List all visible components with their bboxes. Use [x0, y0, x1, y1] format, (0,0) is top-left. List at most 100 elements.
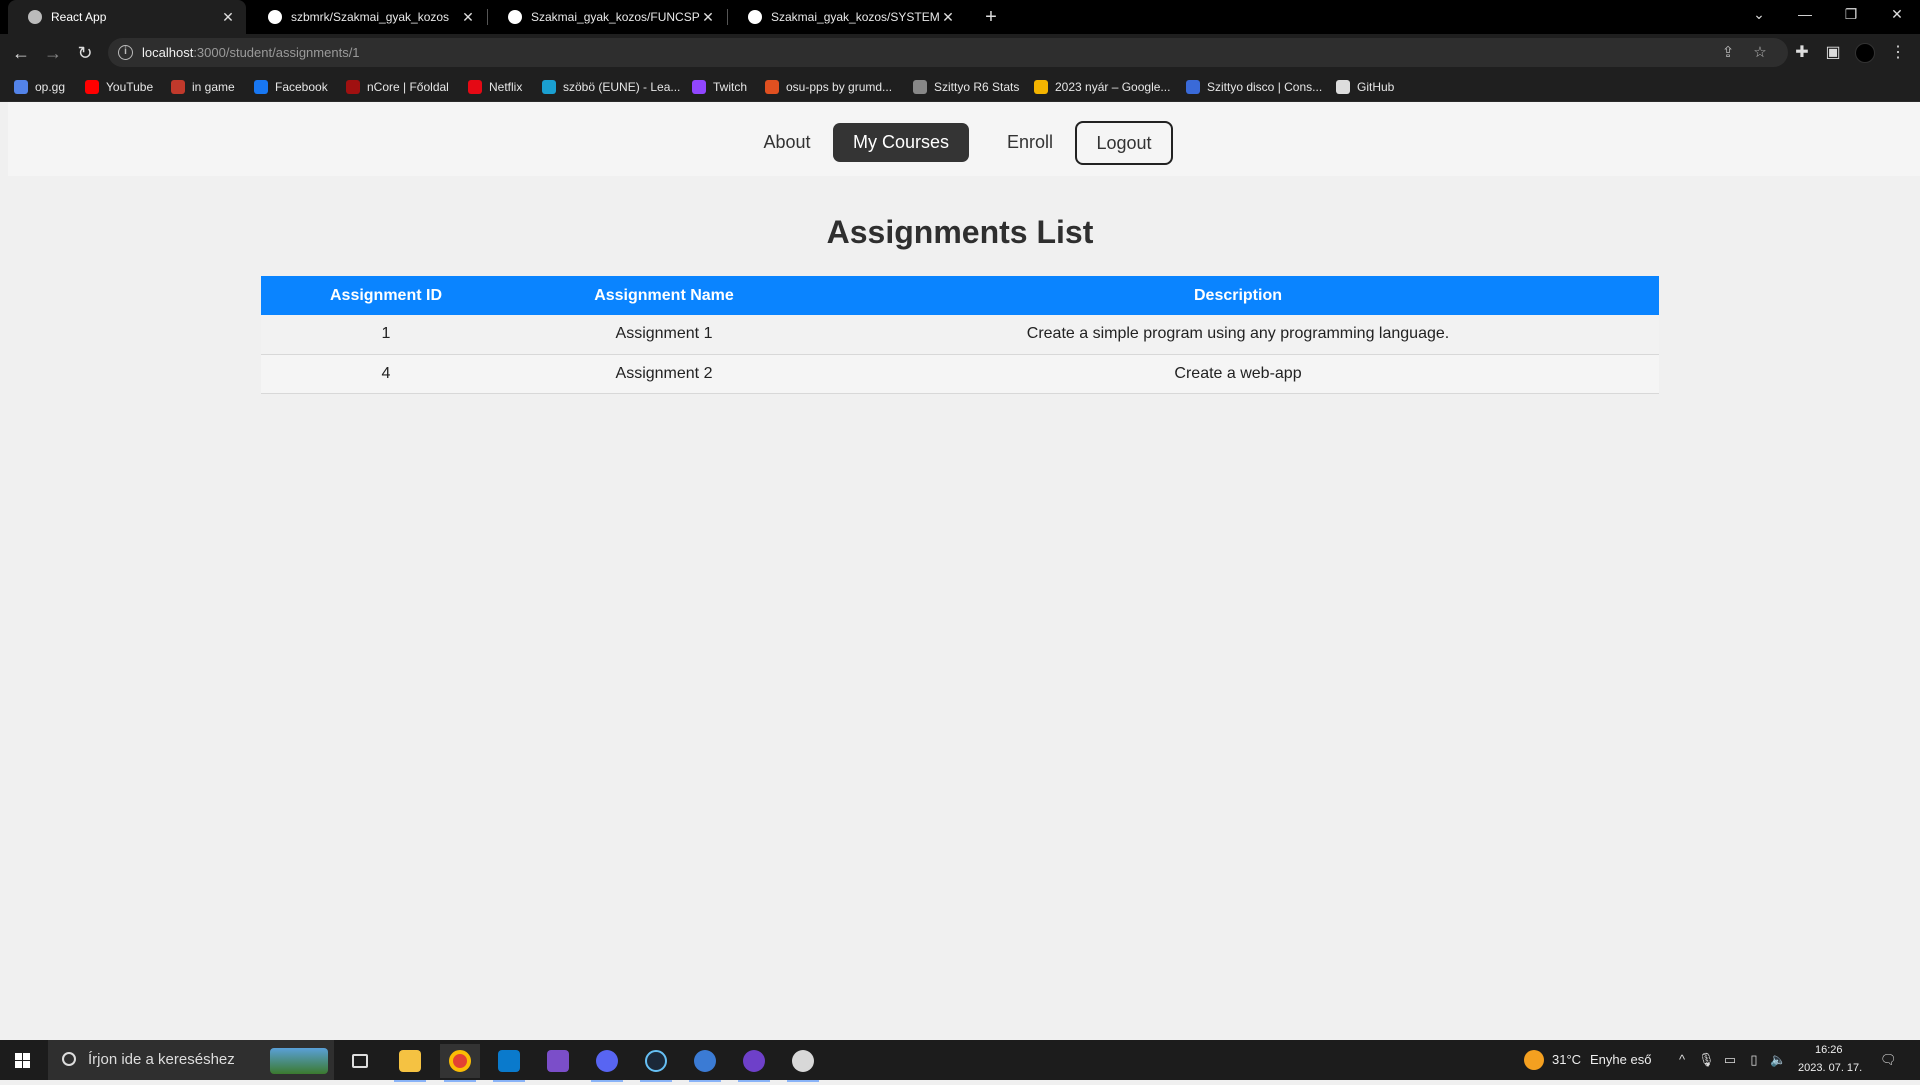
discord-icon: [1186, 80, 1200, 94]
tab-strip: React App ✕ szbmrk/Szakmai_gyak_kozos ✕ …: [0, 0, 1920, 34]
table-row: 1 Assignment 1 Create a simple program u…: [261, 315, 1659, 355]
assignments-table: Assignment ID Assignment Name Descriptio…: [261, 276, 1659, 394]
tab-title: React App: [51, 10, 107, 24]
tab-funcspec[interactable]: Szakmai_gyak_kozos/FUNCSPEC. ✕: [488, 0, 726, 34]
qbittorrent-icon: [694, 1050, 716, 1072]
taskbar-search-box[interactable]: Írjon ide a kereséshez: [48, 1040, 334, 1080]
close-icon[interactable]: ✕: [700, 9, 716, 26]
facebook-icon: [254, 80, 268, 94]
nav-my-courses[interactable]: My Courses: [833, 123, 969, 162]
url-text[interactable]: localhost:3000/student/assignments/1: [142, 45, 360, 60]
bookmark-youtube[interactable]: YouTube: [85, 78, 153, 96]
taskbar-qbittorrent[interactable]: [685, 1044, 725, 1082]
task-view-icon: [352, 1054, 368, 1068]
taskbar-paint[interactable]: [783, 1044, 823, 1082]
close-icon[interactable]: ✕: [460, 9, 476, 26]
opgg-icon: [14, 80, 28, 94]
volume-icon[interactable]: 🔈: [1770, 1052, 1786, 1068]
weather-text[interactable]: Enyhe eső: [1590, 1052, 1651, 1067]
address-bar[interactable]: i localhost:3000/student/assignments/1 ⇪…: [108, 38, 1788, 67]
bookmark-league[interactable]: szöbö (EUNE) - Lea...: [542, 78, 680, 96]
windows-start-button[interactable]: [0, 1040, 46, 1080]
table-row: 4 Assignment 2 Create a web-app: [261, 354, 1659, 394]
minimize-button[interactable]: —: [1782, 0, 1828, 30]
taskbar-visual-studio[interactable]: [538, 1044, 578, 1078]
notifications-icon[interactable]: 🗨: [1880, 1052, 1897, 1068]
bookmark-discord[interactable]: Szittyo disco | Cons...: [1186, 78, 1322, 96]
restore-button[interactable]: ❐: [1828, 0, 1874, 30]
taskbar: Írjon ide a kereséshez 31°C Enyhe eső ^ …: [0, 1040, 1920, 1082]
menu-kebab-icon[interactable]: ⋮: [1886, 41, 1910, 65]
close-window-button[interactable]: ✕: [1874, 0, 1920, 30]
bookmark-label: Szittyo R6 Stats: [934, 80, 1020, 94]
weather-icon[interactable]: [1524, 1050, 1544, 1070]
weather-temp[interactable]: 31°C: [1552, 1052, 1581, 1067]
share-icon[interactable]: ⇪: [1718, 43, 1738, 63]
running-indicator: [787, 1080, 819, 1082]
taskbar-steam[interactable]: [636, 1044, 676, 1082]
bookmark-opgg[interactable]: op.gg: [14, 78, 65, 96]
site-info-icon[interactable]: i: [118, 45, 133, 60]
bookmark-star-icon[interactable]: ☆: [1750, 43, 1770, 63]
running-indicator: [591, 1080, 623, 1082]
bookmark-twitch[interactable]: Twitch: [692, 78, 747, 96]
tab-repo[interactable]: szbmrk/Szakmai_gyak_kozos ✕: [248, 0, 486, 34]
bookmark-label: Szittyo disco | Cons...: [1207, 80, 1323, 94]
globe-icon: [28, 10, 42, 24]
taskbar-github-desktop[interactable]: [734, 1044, 774, 1082]
bookmark-r6-stats[interactable]: Szittyo R6 Stats: [913, 78, 1019, 96]
bookmark-ncore[interactable]: nCore | Főoldal: [346, 78, 449, 96]
cell-description: Create a web-app: [817, 354, 1659, 394]
chrome-icon: [449, 1050, 471, 1072]
running-indicator: [444, 1080, 476, 1082]
bookmark-netflix[interactable]: Netflix: [468, 78, 522, 96]
close-icon[interactable]: ✕: [940, 9, 956, 26]
nav-enroll[interactable]: Enroll: [994, 123, 1066, 162]
extensions-icon[interactable]: ✚: [1790, 41, 1814, 65]
tab-systemplan[interactable]: Szakmai_gyak_kozos/SYSTEMPLA ✕: [728, 0, 966, 34]
nav-about[interactable]: About: [750, 123, 824, 162]
clock-date[interactable]: 2023. 07. 17.: [1798, 1062, 1862, 1074]
bookmark-osu-pps[interactable]: osu-pps by grumd...: [765, 78, 892, 96]
cell-assignment-id: 1: [261, 315, 511, 355]
github-icon: [748, 10, 762, 24]
search-icon: [62, 1052, 76, 1066]
bookmark-label: osu-pps by grumd...: [786, 80, 893, 94]
bookmark-label: Facebook: [275, 80, 328, 94]
taskbar-chrome[interactable]: [440, 1044, 480, 1082]
cell-assignment-name: Assignment 1: [511, 315, 817, 355]
bookmark-facebook[interactable]: Facebook: [254, 78, 328, 96]
league-icon: [542, 80, 556, 94]
bookmark-label: in game: [192, 80, 235, 94]
header-assignment-id: Assignment ID: [261, 276, 511, 315]
taskbar-vscode[interactable]: [489, 1044, 529, 1082]
clock-time[interactable]: 16:26: [1815, 1044, 1843, 1056]
onedrive-icon[interactable]: ▭: [1722, 1052, 1738, 1068]
logout-button[interactable]: Logout: [1075, 121, 1173, 165]
new-tab-button[interactable]: +: [978, 4, 1004, 30]
github-desktop-icon: [743, 1050, 765, 1072]
bookmark-github[interactable]: GitHub: [1336, 78, 1394, 96]
windows-logo-icon: [15, 1053, 30, 1068]
forward-arrow-icon[interactable]: →: [40, 40, 66, 66]
bookmark-label: GitHub: [1357, 80, 1395, 94]
task-view-button[interactable]: [340, 1044, 380, 1078]
back-arrow-icon[interactable]: ←: [8, 40, 34, 66]
running-indicator: [738, 1080, 770, 1082]
microphone-icon[interactable]: 🎙: [1698, 1052, 1715, 1068]
bookmark-google-drive[interactable]: 2023 nyár – Google...: [1034, 78, 1170, 96]
url-path: :3000/student/assignments/1: [193, 45, 360, 60]
tab-react-app[interactable]: React App ✕: [8, 0, 246, 34]
profile-avatar[interactable]: [1855, 43, 1875, 63]
running-indicator: [689, 1080, 721, 1082]
chevron-up-icon[interactable]: ^: [1674, 1052, 1690, 1068]
close-icon[interactable]: ✕: [220, 9, 236, 26]
taskbar-file-explorer[interactable]: [390, 1044, 430, 1082]
reload-icon[interactable]: ↻: [72, 40, 98, 66]
taskbar-discord[interactable]: [587, 1044, 627, 1082]
network-icon[interactable]: ▯: [1746, 1052, 1762, 1068]
side-panel-icon[interactable]: ▣: [1821, 41, 1845, 65]
bookmark-in-game[interactable]: in game: [171, 78, 235, 96]
tab-search-icon[interactable]: ⌄: [1736, 0, 1782, 30]
bookmark-label: 2023 nyár – Google...: [1055, 80, 1171, 94]
